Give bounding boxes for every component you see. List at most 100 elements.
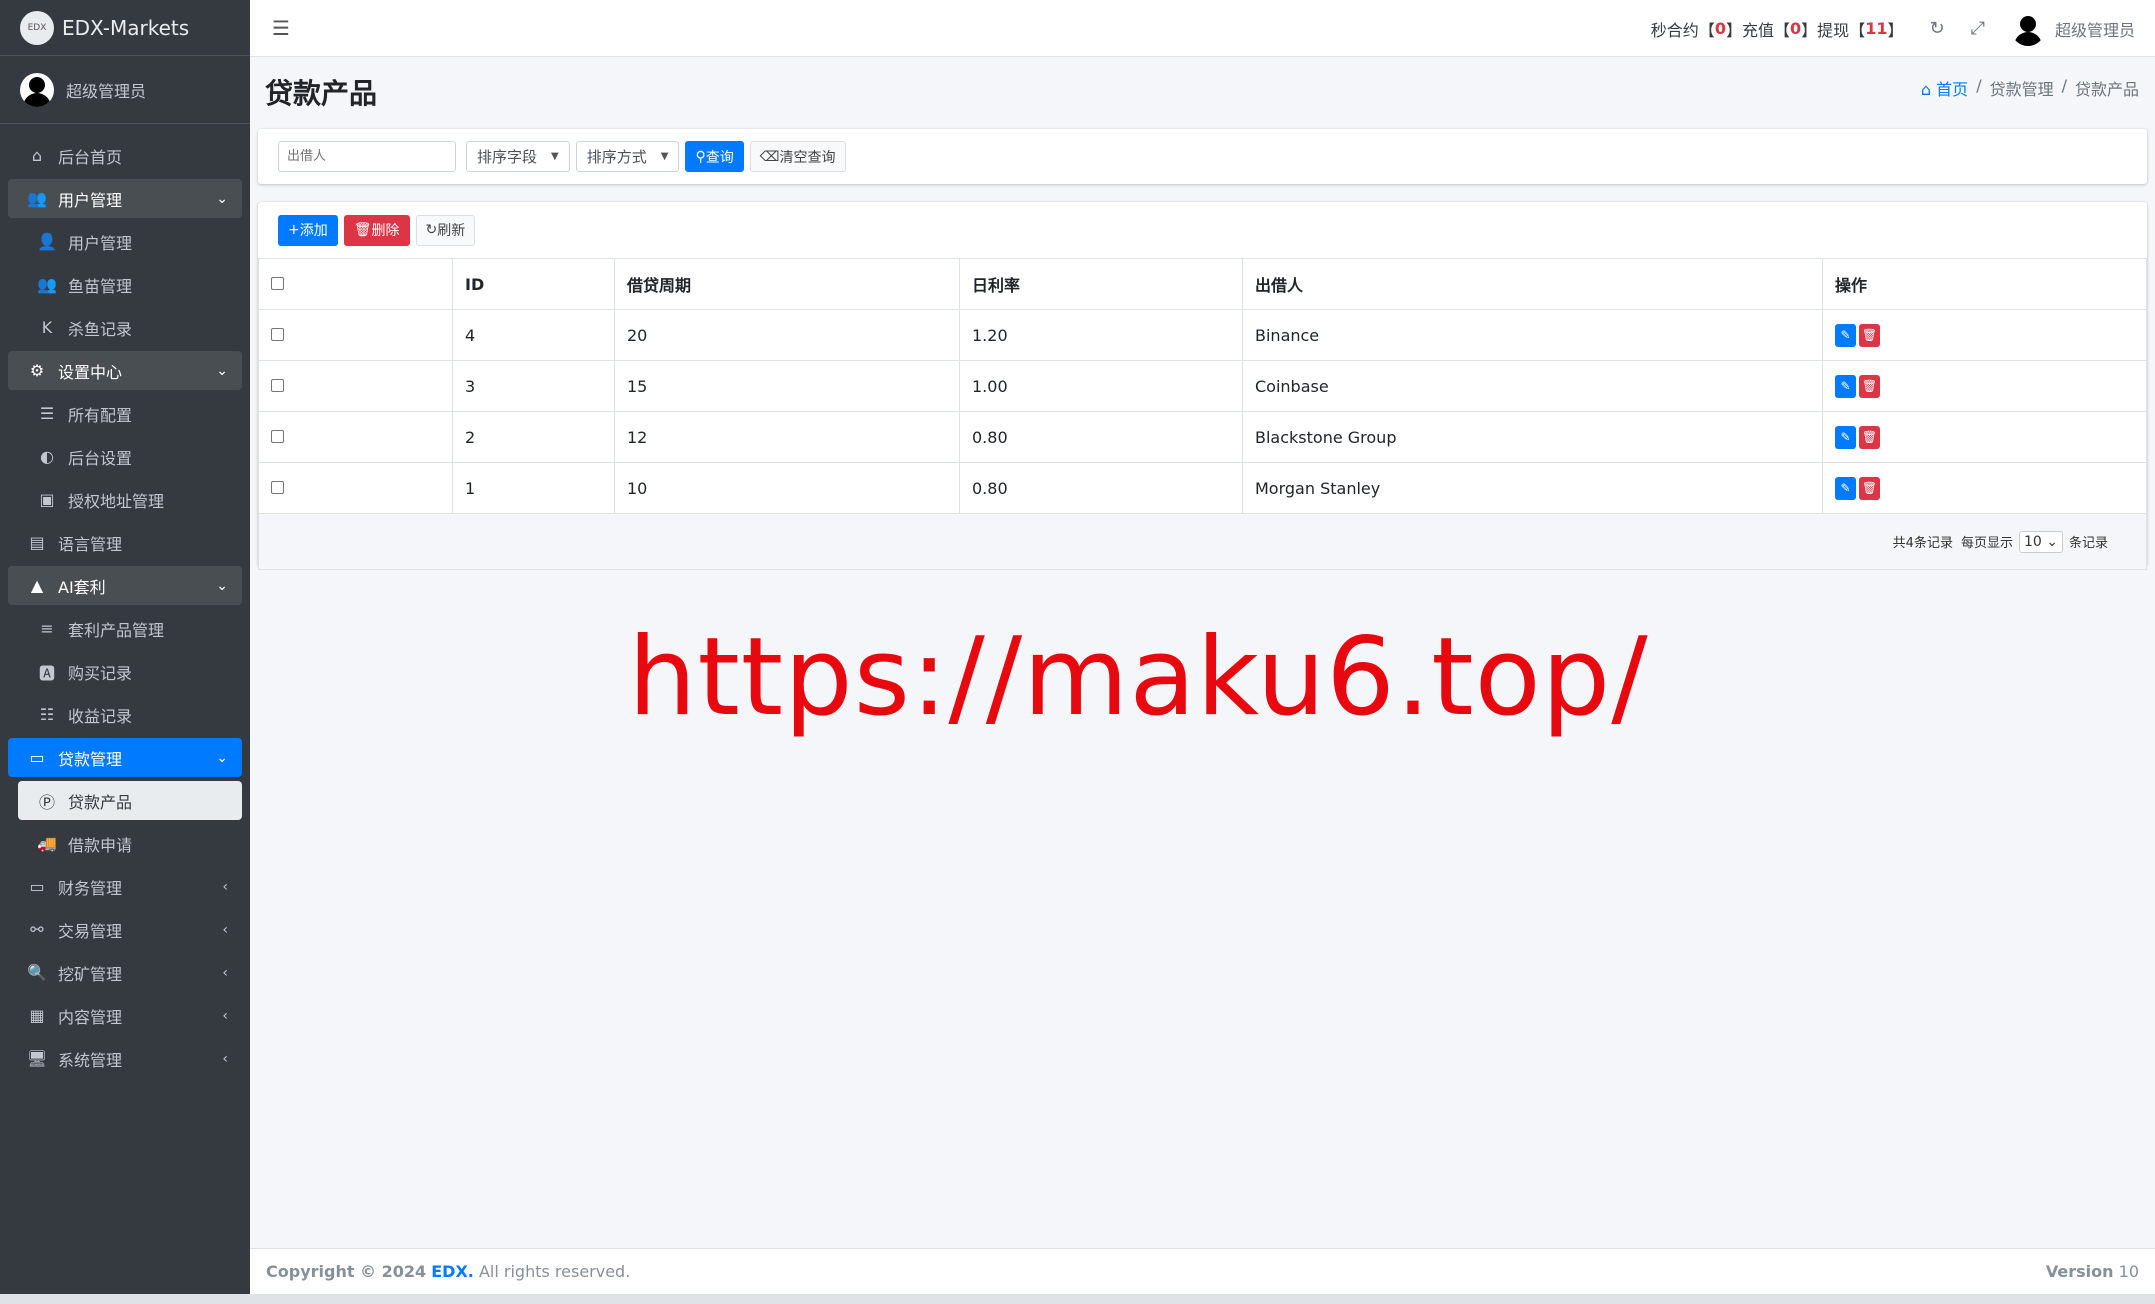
row-checkbox[interactable] <box>271 327 284 341</box>
cell-period: 12 <box>614 411 960 463</box>
sidebar-item-system[interactable]: 🖥 系统管理 ‹ <box>8 1039 242 1078</box>
sidebar-item-loan-applications[interactable]: 🚚 借款申请 <box>8 824 242 863</box>
sidebar-item-loan-management[interactable]: ▭ 贷款管理 ⌄ <box>8 738 242 777</box>
sidebar-item-label: 贷款管理 <box>58 749 123 769</box>
edit-icon[interactable]: ✎ <box>1835 323 1856 347</box>
sidebar-item-content[interactable]: ▦ 内容管理 ‹ <box>8 996 242 1035</box>
footer: Copyright © 2024 EDX. All rights reserve… <box>250 1248 2155 1294</box>
stat-contract-count: 0 <box>1714 19 1726 38</box>
stat-withdraw-label[interactable]: 提现 <box>1817 17 1849 41</box>
table-row: 1 10 0.80 Morgan Stanley ✎ 🗑 <box>258 462 2147 514</box>
sort-order-select[interactable]: 排序方式 ▼ <box>575 141 680 172</box>
sidebar-item-trading[interactable]: ⚯ 交易管理 ‹ <box>8 910 242 949</box>
chevron-down-icon: ⌄ <box>216 577 228 594</box>
table-card: + 添加 🗑 删除 ↻ 刷新 ID 借贷周期 日利率 出借人 操作 4 20 1.… <box>258 202 2147 570</box>
sidebar-item-arbitrage-products[interactable]: ≡ 套利产品管理 <box>8 609 242 648</box>
sidebar-item-mining[interactable]: 🔍 挖矿管理 ‹ <box>8 953 242 992</box>
table-row: 4 20 1.20 Binance ✎ 🗑 <box>258 309 2147 361</box>
sidebar-item-dashboard[interactable]: ⌂ 后台首页 <box>8 136 242 175</box>
sidebar: EDX EDX-Markets 超级管理员 ⌂ 后台首页 👥 用户管理 ⌄ 👤 用户管理… <box>0 0 250 1304</box>
cell-actions: ✎ 🗑 <box>1822 411 2147 463</box>
share-icon: ⚯ <box>30 920 44 939</box>
cell-rate: 0.80 <box>959 462 1243 514</box>
column-header-id[interactable]: ID <box>452 258 615 310</box>
sidebar-item-admin-settings[interactable]: ◐ 后台设置 <box>8 437 242 476</box>
avatar[interactable] <box>2010 11 2045 46</box>
breadcrumb-level1[interactable]: 贷款管理 <box>1990 76 2054 100</box>
delete-button[interactable]: 🗑 删除 <box>343 214 410 246</box>
lender-search-input[interactable] <box>278 141 456 172</box>
cell-lender: Morgan Stanley <box>1242 462 1823 514</box>
row-checkbox[interactable] <box>271 378 284 392</box>
sidebar-item-fish-management[interactable]: 👥 鱼苗管理 <box>8 265 242 304</box>
trash-icon[interactable]: 🗑 <box>1859 323 1880 347</box>
money-icon: ▭ <box>29 877 45 896</box>
sidebar-item-settings-center[interactable]: ⚙ 设置中心 ⌄ <box>8 351 242 390</box>
per-page-select[interactable]: 10 ⌄ <box>2018 530 2063 553</box>
sidebar-item-finance[interactable]: ▭ 财务管理 ‹ <box>8 867 242 906</box>
per-page-suffix: 条记录 <box>2068 536 2108 551</box>
adjust-icon: ◐ <box>40 447 54 466</box>
column-header-rate[interactable]: 日利率 <box>959 258 1243 310</box>
clear-query-button[interactable]: ⌫ 清空查询 <box>749 141 846 172</box>
sidebar-item-all-config[interactable]: ☰ 所有配置 <box>8 394 242 433</box>
desktop-icon: 🖥 <box>26 1049 48 1068</box>
footer-brand-link[interactable]: EDX. <box>431 1262 474 1281</box>
trash-icon[interactable]: 🗑 <box>1859 374 1880 398</box>
sidebar-item-auth-address[interactable]: ▣ 授权地址管理 <box>8 480 242 519</box>
product-p-icon: Ⓟ <box>38 792 55 812</box>
query-button[interactable]: ⚲ 查询 <box>685 141 744 172</box>
table-row: 3 15 1.00 Coinbase ✎ 🗑 <box>258 360 2147 412</box>
sidebar-item-label: 语言管理 <box>58 534 123 554</box>
sidebar-item-kill-records[interactable]: K 杀鱼记录 <box>8 308 242 347</box>
chevron-left-icon: ‹ <box>222 1007 228 1024</box>
sidebar-item-loan-products[interactable]: Ⓟ 贷款产品 <box>18 781 242 820</box>
avatar <box>20 72 54 107</box>
sort-field-select[interactable]: 排序字段 ▼ <box>466 141 570 172</box>
menu-toggle-icon[interactable]: ☰ <box>272 16 290 40</box>
caret-down-icon: ▼ <box>660 151 669 162</box>
pagination-bar: 共4条记录 每页显示 10 ⌄ 条记录 <box>258 514 2147 570</box>
column-header-lender[interactable]: 出借人 <box>1242 258 1823 310</box>
sidebar-item-income-records[interactable]: ☷ 收益记录 <box>8 695 242 734</box>
eraser-icon: ⌫ <box>759 148 780 165</box>
edit-icon[interactable]: ✎ <box>1835 374 1856 398</box>
column-header-period[interactable]: 借贷周期 <box>614 258 960 310</box>
top-user-name[interactable]: 超级管理员 <box>2055 17 2135 41</box>
edit-icon[interactable]: ✎ <box>1835 425 1856 449</box>
money-icon: ▭ <box>29 748 45 767</box>
android-icon: ▲ <box>30 576 44 595</box>
select-all-checkbox[interactable] <box>271 276 284 290</box>
cell-actions: ✎ 🗑 <box>1822 462 2147 514</box>
copyright-text: Copyright © 2024 <box>266 1262 427 1281</box>
sidebar-item-purchase-records[interactable]: 🅰 购买记录 <box>8 652 242 691</box>
sidebar-item-language[interactable]: ▤ 语言管理 <box>8 523 242 562</box>
trash-icon[interactable]: 🗑 <box>1859 476 1880 500</box>
stat-recharge-label[interactable]: 充值 <box>1742 17 1774 41</box>
trash-icon: 🗑 <box>353 222 372 238</box>
k-icon: K <box>41 318 53 337</box>
sidebar-item-ai-arbitrage[interactable]: ▲ AI套利 ⌄ <box>8 566 242 605</box>
row-checkbox[interactable] <box>271 480 284 494</box>
add-button[interactable]: + 添加 <box>278 214 338 246</box>
user-panel[interactable]: 超级管理员 <box>0 56 250 124</box>
cell-rate: 1.00 <box>959 360 1243 412</box>
fullscreen-icon[interactable]: ⤢ <box>1971 18 1985 39</box>
cell-lender: Binance <box>1242 309 1823 361</box>
breadcrumb-home[interactable]: ⌂ 首页 <box>1921 76 1968 100</box>
cell-id: 1 <box>452 462 615 514</box>
sidebar-item-label: 挖矿管理 <box>58 964 123 984</box>
sidebar-item-user-management[interactable]: 👥 用户管理 ⌄ <box>8 179 242 218</box>
refresh-button[interactable]: ↻ 刷新 <box>415 214 476 246</box>
sidebar-item-label: 购买记录 <box>68 663 133 683</box>
cell-id: 3 <box>452 360 615 412</box>
refresh-icon[interactable]: ↻ <box>1929 18 1944 39</box>
edit-icon[interactable]: ✎ <box>1835 476 1856 500</box>
home-icon: ⌂ <box>1920 80 1937 99</box>
stat-contract-label[interactable]: 秒合约 <box>1651 17 1699 41</box>
address-card-icon: ▣ <box>39 490 55 509</box>
brand-link[interactable]: EDX EDX-Markets <box>0 0 250 56</box>
sidebar-item-users[interactable]: 👤 用户管理 <box>8 222 242 261</box>
trash-icon[interactable]: 🗑 <box>1859 425 1880 449</box>
row-checkbox[interactable] <box>271 429 284 443</box>
